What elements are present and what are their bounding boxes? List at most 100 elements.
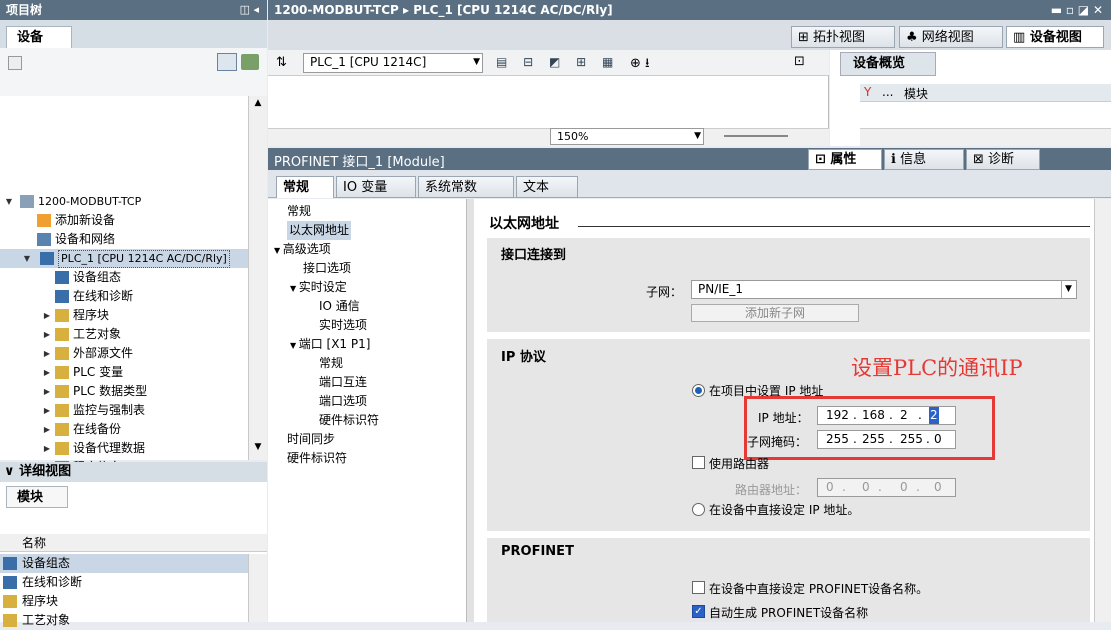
tab-network-view[interactable]: ♣ 网络视图	[899, 26, 1003, 48]
tree-item[interactable]: ▶ 工艺对象	[0, 325, 248, 344]
expand-arrow-icon[interactable]: ▶	[42, 401, 52, 420]
nav-item[interactable]: 时间同步	[287, 430, 335, 449]
use-router-checkbox[interactable]	[692, 456, 705, 469]
expand-arrow-icon[interactable]: ▼	[290, 284, 299, 293]
folder-icon	[20, 195, 34, 208]
overview-hscroll[interactable]	[860, 128, 1111, 146]
breadcrumb-plc[interactable]: PLC_1 [CPU 1214C AC/DC/Rly]	[413, 3, 612, 17]
router-address-field[interactable]: 0. 0. 0. 0	[817, 478, 956, 497]
expand-arrow-icon[interactable]: ▼	[4, 192, 14, 211]
export-icon[interactable]	[241, 54, 259, 70]
tree-item[interactable]: ▼ PLC_1 [CPU 1214C AC/DC/Rly]	[0, 249, 248, 268]
collapse-icon[interactable]: ◫ ◂	[240, 0, 259, 20]
tab-io-tags[interactable]: IO 变量	[336, 176, 416, 198]
device-select[interactable]: PLC_1 [CPU 1214C] ▼	[303, 53, 483, 73]
list-view-icon[interactable]	[217, 53, 237, 71]
radio-ip-in-project[interactable]	[692, 384, 705, 397]
pn-set-on-device-checkbox[interactable]	[692, 581, 705, 594]
tab-device-overview[interactable]: 设备概览	[840, 52, 936, 76]
expand-arrow-icon[interactable]: ▶	[42, 325, 52, 344]
nav-item[interactable]: ▼ 实时设定	[290, 278, 347, 297]
zoom-select[interactable]: 150% ▼	[550, 128, 704, 145]
tab-modules[interactable]: 模块	[6, 486, 68, 508]
tree-item[interactable]: ▶ PLC 数据类型	[0, 382, 248, 401]
scroll-up-icon[interactable]: ▲	[251, 98, 265, 112]
tree-item[interactable]: ▶ 外部源文件	[0, 344, 248, 363]
tree-item[interactable]: 设备和网络	[0, 230, 248, 249]
tree-item[interactable]: ▶ 设备代理数据	[0, 439, 248, 458]
nav-item[interactable]: 接口选项	[303, 259, 351, 278]
pn-auto-name-label: 自动生成 PROFINET设备名称	[709, 606, 869, 620]
tree-item[interactable]: ▶ 监控与强制表	[0, 401, 248, 420]
radio-ip-on-device[interactable]	[692, 503, 705, 516]
tree-item[interactable]: ▶ PLC 变量	[0, 363, 248, 382]
nav-item[interactable]: 以太网地址	[287, 221, 352, 240]
nav-item[interactable]: 常规	[287, 202, 311, 221]
tab-topology-view[interactable]: ⊞ 拓扑视图	[791, 26, 895, 48]
subnet-select[interactable]: PN/IE_1 ▼	[691, 280, 1077, 299]
tree-item[interactable]: ▶ 在线备份	[0, 420, 248, 439]
detail-list-item[interactable]: 设备组态	[0, 554, 248, 573]
tab-device-view[interactable]: ▥ 设备视图	[1006, 26, 1104, 48]
nav-item[interactable]: 硬件标识符	[319, 411, 379, 430]
tab-devices[interactable]: 设备	[6, 26, 72, 48]
detail-list-item[interactable]: 在线和诊断	[0, 573, 248, 592]
nav-item[interactable]: 常规	[319, 354, 343, 373]
expand-arrow-icon[interactable]: ▶	[42, 306, 52, 325]
tree-item[interactable]: ▼ 1200-MODBUT-TCP	[0, 192, 248, 211]
detail-list-item[interactable]: 工艺对象	[0, 611, 248, 630]
new-item-icon[interactable]	[8, 56, 22, 70]
zoom-slider[interactable]	[724, 135, 788, 137]
inspector-header: PROFINET 接口_1 [Module] ⊡ 属性 ℹ 信息 ⊠ 诊断	[268, 148, 1111, 170]
nav-splitter[interactable]	[466, 199, 474, 622]
nav-item[interactable]: ▼ 高级选项	[274, 240, 331, 259]
pn-auto-name-checkbox[interactable]: ✓	[692, 605, 705, 618]
nav-item[interactable]: 端口互连	[319, 373, 367, 392]
breadcrumb-project[interactable]: 1200-MODBUT-TCP	[274, 3, 399, 17]
nav-item[interactable]: 实时选项	[319, 316, 367, 335]
zoom-icon[interactable]: ⊕ ⭳	[630, 54, 650, 76]
expand-arrow-icon[interactable]: ▶	[42, 382, 52, 401]
expand-arrow-icon[interactable]: ▶	[42, 439, 52, 458]
scroll-down-icon[interactable]: ▼	[251, 442, 265, 456]
tab-properties[interactable]: ⊡ 属性	[808, 149, 882, 170]
device-select-icon[interactable]: ⇅	[276, 55, 287, 70]
overview-col-module[interactable]: 模块	[904, 85, 928, 102]
nav-item[interactable]: ▼ 端口 [X1 P1]	[290, 335, 370, 354]
tree-item[interactable]: 在线和诊断	[0, 287, 248, 306]
expand-arrow-icon[interactable]: ▼	[290, 341, 299, 350]
window-controls-icon[interactable]: ▬ ▫ ◪ ✕	[1051, 0, 1103, 20]
detail-col-name[interactable]: 名称	[0, 534, 267, 552]
content-scrollbar[interactable]	[1094, 199, 1111, 622]
subnet-mask-field[interactable]: 255. 255. 255. 0	[817, 430, 956, 449]
detail-scrollbar[interactable]	[248, 554, 267, 622]
detail-view-header[interactable]: ∨ 详细视图	[0, 462, 267, 482]
expand-arrow-icon[interactable]: ▶	[42, 420, 52, 439]
add-device-icon	[37, 214, 51, 227]
router-address-label: 路由器地址：	[735, 483, 808, 497]
canvas-hscroll[interactable]	[268, 128, 829, 146]
nav-item[interactable]: 硬件标识符	[287, 449, 347, 468]
canvas-tool-icons[interactable]: ▤ ⊟ ◩ ⊞ ▦	[496, 55, 619, 69]
tree-scrollbar[interactable]: ▲ ▼	[248, 96, 267, 460]
expand-arrow-icon[interactable]: ▶	[42, 344, 52, 363]
overview-toggle-icon[interactable]: ⊡	[794, 54, 805, 69]
chevron-down-icon: ∨	[4, 464, 20, 479]
tab-texts[interactable]: 文本	[516, 176, 578, 198]
detail-list-item[interactable]: 程序块	[0, 592, 248, 611]
tab-general[interactable]: 常规	[276, 176, 334, 198]
nav-item[interactable]: IO 通信	[319, 297, 360, 316]
tab-info[interactable]: ℹ 信息	[884, 149, 964, 170]
tree-item[interactable]: 设备组态	[0, 268, 248, 287]
add-subnet-button[interactable]: 添加新子网	[691, 304, 859, 322]
nav-item[interactable]: 端口选项	[319, 392, 367, 411]
expand-arrow-icon[interactable]: ▶	[42, 363, 52, 382]
tree-item[interactable]: ▶ 程序块	[0, 306, 248, 325]
tab-diagnostics[interactable]: ⊠ 诊断	[966, 149, 1040, 170]
expand-arrow-icon[interactable]: ▼	[274, 246, 283, 255]
ip-address-field[interactable]: 192. 168. 2. 2	[817, 406, 956, 425]
tree-item[interactable]: 添加新设备	[0, 211, 248, 230]
tree-item-label: PLC 变量	[73, 365, 124, 379]
tab-system-constants[interactable]: 系统常数	[418, 176, 514, 198]
expand-arrow-icon[interactable]: ▼	[22, 249, 32, 268]
